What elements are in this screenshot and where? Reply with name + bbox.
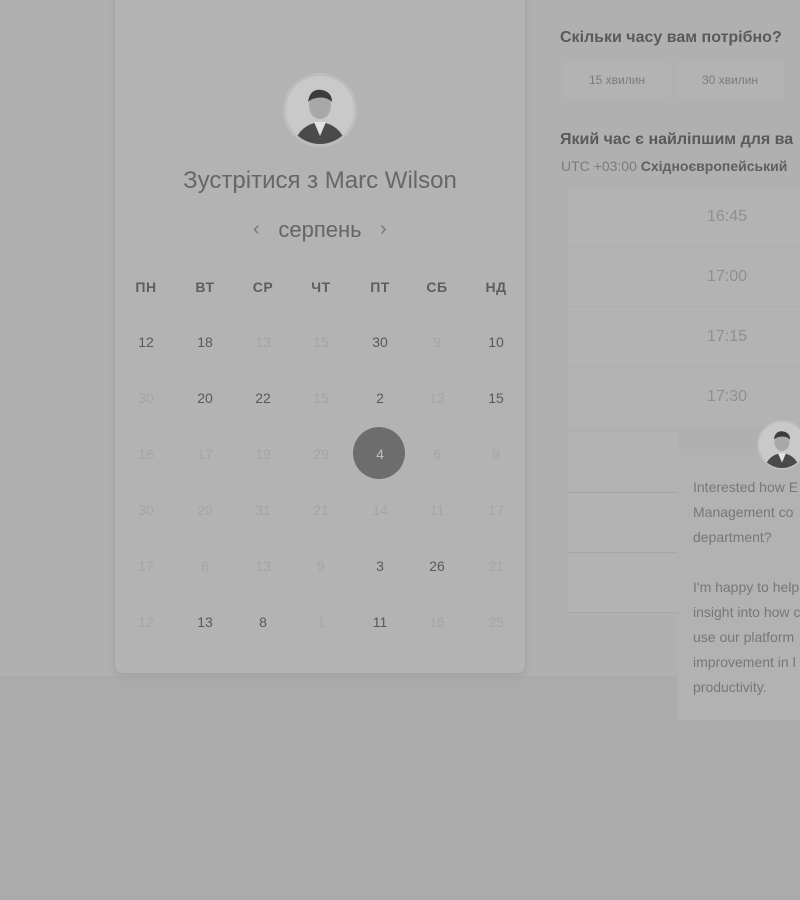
duration-question: Скільки часу вам потрібно? bbox=[560, 29, 782, 46]
available-day[interactable]: 15 bbox=[476, 386, 516, 410]
unavailable-day: 9 bbox=[317, 558, 325, 574]
unavailable-day: 12 bbox=[138, 614, 154, 630]
unavailable-day: 15 bbox=[313, 334, 329, 350]
available-day[interactable]: 20 bbox=[185, 386, 225, 410]
chevron-right-icon[interactable]: › bbox=[380, 218, 387, 241]
time-slot-label: 16:45 bbox=[706, 208, 748, 225]
time-slot-3[interactable] bbox=[568, 308, 800, 366]
available-day[interactable]: 11 bbox=[360, 610, 400, 634]
chat-message-line: department? bbox=[693, 529, 772, 545]
available-day[interactable]: 13 bbox=[185, 610, 225, 634]
chat-message-line: Interested how E bbox=[693, 479, 799, 495]
unavailable-day: 8 bbox=[201, 558, 209, 574]
timezone-name: Східноєвропейський bbox=[640, 158, 788, 174]
unavailable-day: 6 bbox=[433, 446, 441, 462]
unavailable-day: 13 bbox=[255, 334, 271, 350]
time-slot-label: 17:30 bbox=[706, 388, 748, 405]
unavailable-day: 9 bbox=[433, 334, 441, 350]
unavailable-day: 13 bbox=[429, 390, 445, 406]
weekday-header: ПТ bbox=[370, 279, 390, 295]
unavailable-day: 30 bbox=[138, 502, 154, 518]
duration-option-30[interactable]: 30 хвилин bbox=[676, 62, 784, 98]
unavailable-day: 25 bbox=[488, 614, 504, 630]
weekday-header: НД bbox=[485, 279, 507, 295]
duration-option-15[interactable]: 15 хвилин bbox=[563, 62, 671, 98]
unavailable-day: 14 bbox=[372, 502, 388, 518]
time-question: Який час є найліпшим для ва bbox=[560, 131, 794, 148]
unavailable-day: 30 bbox=[138, 390, 154, 406]
weekday-header: ЧТ bbox=[311, 279, 331, 295]
unavailable-day: 1 bbox=[317, 614, 325, 630]
chat-message-line: use our platform bbox=[693, 629, 795, 645]
chat-message-line: Management co bbox=[693, 504, 794, 520]
available-day[interactable]: 8 bbox=[243, 610, 283, 634]
chat-message-line: improvement in l bbox=[693, 654, 796, 670]
available-day[interactable]: 22 bbox=[243, 386, 283, 410]
unavailable-day: 16 bbox=[138, 446, 154, 462]
slot-divider bbox=[568, 552, 678, 553]
chat-avatar bbox=[757, 420, 800, 470]
chat-message-line: I'm happy to help bbox=[693, 579, 800, 595]
available-day[interactable]: 3 bbox=[360, 554, 400, 578]
unavailable-day: 20 bbox=[197, 502, 213, 518]
timezone-label: UTC +03:00 Східноєвропейський bbox=[561, 158, 787, 174]
unavailable-day: 21 bbox=[313, 502, 329, 518]
unavailable-day: 17 bbox=[197, 446, 213, 462]
available-day[interactable]: 30 bbox=[360, 330, 400, 354]
selected-day[interactable]: 4 bbox=[360, 442, 400, 466]
unavailable-day: 31 bbox=[255, 502, 271, 518]
unavailable-day: 21 bbox=[488, 558, 504, 574]
unavailable-day: 15 bbox=[313, 390, 329, 406]
available-day[interactable]: 18 bbox=[185, 330, 225, 354]
unavailable-day: 17 bbox=[488, 502, 504, 518]
unavailable-day: 11 bbox=[429, 502, 445, 518]
weekday-header: СР bbox=[252, 279, 274, 295]
available-day[interactable]: 10 bbox=[476, 330, 516, 354]
time-slot-1[interactable] bbox=[568, 188, 800, 246]
month-navigator: ‹ серпень › bbox=[240, 215, 400, 247]
available-day[interactable]: 2 bbox=[360, 386, 400, 410]
chat-message-line: insight into how c bbox=[693, 604, 800, 620]
unavailable-day: 19 bbox=[255, 446, 271, 462]
month-label: серпень bbox=[278, 217, 362, 242]
time-slot-6[interactable] bbox=[568, 494, 678, 552]
chat-message-line: productivity. bbox=[693, 679, 767, 695]
weekday-header: ПН bbox=[135, 279, 157, 295]
unavailable-day: 16 bbox=[429, 614, 445, 630]
time-slot-7[interactable] bbox=[568, 554, 678, 612]
unavailable-day: 9 bbox=[492, 446, 500, 462]
weekday-header: СБ bbox=[426, 279, 448, 295]
slot-divider bbox=[568, 612, 678, 613]
available-day[interactable]: 12 bbox=[126, 330, 166, 354]
time-slot-label: 17:00 bbox=[706, 268, 748, 285]
timezone-offset: UTC +03:00 bbox=[561, 158, 637, 174]
unavailable-day: 13 bbox=[255, 558, 271, 574]
slot-divider bbox=[568, 492, 678, 493]
unavailable-day: 17 bbox=[138, 558, 154, 574]
available-day[interactable]: 26 bbox=[417, 554, 457, 578]
weekday-header: ВТ bbox=[195, 279, 215, 295]
time-slot-label: 17:15 bbox=[706, 328, 748, 345]
time-slot-2[interactable] bbox=[568, 248, 800, 306]
host-avatar bbox=[283, 73, 357, 147]
time-slot-4[interactable] bbox=[568, 368, 800, 426]
time-slot-5[interactable] bbox=[568, 433, 678, 491]
unavailable-day: 29 bbox=[313, 446, 329, 462]
page-title: Зустрітися з Marc Wilson bbox=[183, 167, 457, 194]
